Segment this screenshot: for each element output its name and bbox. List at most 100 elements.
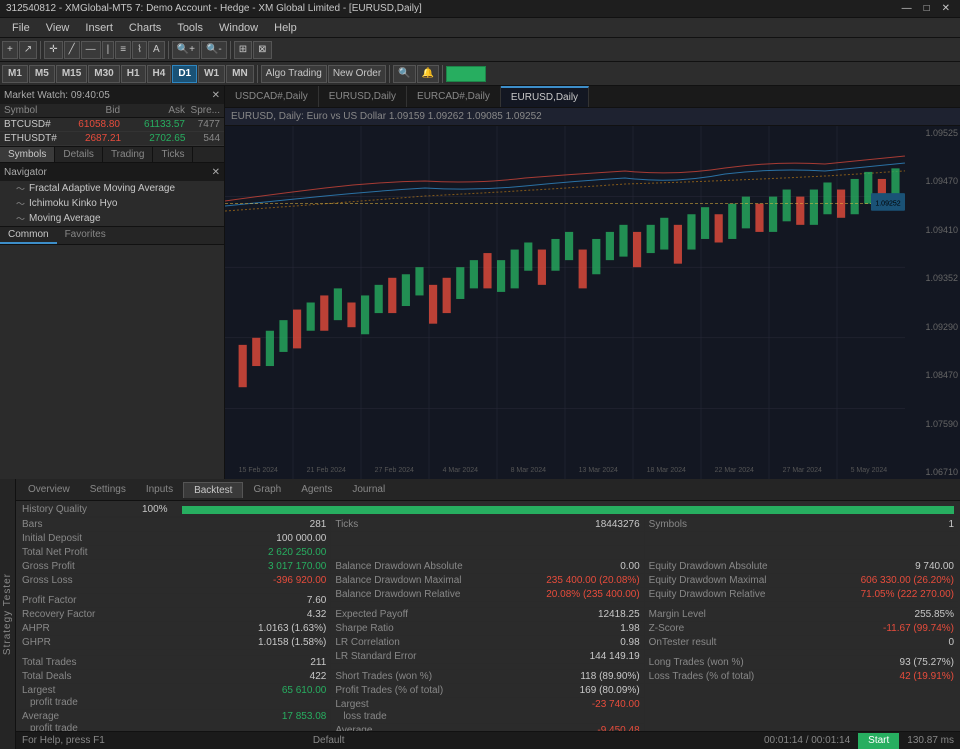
edr-value: 71.05% (222 270.00) — [861, 589, 954, 600]
menu-file[interactable]: File — [4, 20, 38, 36]
tf-m5[interactable]: M5 — [29, 65, 55, 83]
chart-tab-4[interactable]: EURUSD,Daily — [501, 86, 589, 107]
nav-item-ma[interactable]: 〜 Moving Average — [0, 211, 224, 226]
tf-h1[interactable]: H1 — [121, 65, 146, 83]
ap-value: 17 853.08 — [282, 711, 327, 722]
menu-charts[interactable]: Charts — [121, 20, 169, 36]
timeframe-toolbar: M1 M5 M15 M30 H1 H4 D1 W1 MN Algo Tradin… — [0, 62, 960, 86]
chart-tab-2[interactable]: EURUSD,Daily — [319, 86, 407, 107]
navigator-close[interactable]: ✕ — [212, 167, 220, 178]
menu-view[interactable]: View — [38, 20, 78, 36]
tab-inputs[interactable]: Inputs — [136, 482, 183, 497]
tf-mn[interactable]: MN — [226, 65, 254, 83]
zoom-in-btn[interactable]: 🔍+ — [172, 41, 200, 59]
fib-btn[interactable]: ⌇ — [132, 41, 147, 59]
text-btn[interactable]: A — [148, 41, 165, 59]
recovery-factor-row: Recovery Factor 4.32 — [18, 608, 330, 622]
tf-d1[interactable]: D1 — [172, 65, 197, 83]
status-bar: For Help, press F1 Default 00:01:14 / 00… — [16, 731, 960, 749]
crosshair-btn[interactable]: ✛ — [44, 41, 62, 59]
tt-value: 211 — [310, 657, 326, 668]
menu-insert[interactable]: Insert — [77, 20, 121, 36]
status-right: 00:01:14 / 00:01:14 Start 130.87 ms — [764, 733, 954, 749]
sym-label: Symbols — [649, 519, 687, 530]
tab-backtest[interactable]: Backtest — [183, 482, 243, 498]
navigator-title: Navigator — [4, 167, 47, 178]
tab-journal[interactable]: Journal — [342, 482, 395, 497]
menu-tools[interactable]: Tools — [169, 20, 211, 36]
search-btn[interactable]: 🔍 — [393, 65, 415, 83]
ll-sub: loss trade — [343, 711, 386, 722]
nav-tab-common[interactable]: Common — [0, 227, 57, 244]
arrow-btn[interactable]: ↗ — [19, 41, 37, 59]
strategy-tester-label: Strategy Tester — [2, 573, 13, 655]
new-order-btn[interactable]: New Order — [328, 65, 386, 83]
tab-agents[interactable]: Agents — [291, 482, 342, 497]
gl-value: -396 920.00 — [273, 575, 326, 586]
minimize-btn[interactable]: — — [898, 3, 916, 14]
nav-item-fractal[interactable]: 〜 Fractal Adaptive Moving Average — [0, 181, 224, 196]
close-btn[interactable]: ✕ — [938, 3, 954, 14]
hline-btn[interactable]: — — [81, 41, 101, 59]
chart-area[interactable]: USDCAD#,Daily EURUSD,Daily EURCAD#,Daily… — [225, 86, 960, 479]
tab-trading[interactable]: Trading — [103, 147, 154, 162]
market-watch-close[interactable]: ✕ — [212, 90, 220, 101]
ap-label: Average — [22, 711, 59, 722]
market-watch: Market Watch: 09:40:05 ✕ Symbol Bid Ask … — [0, 86, 224, 147]
lst-label: Loss Trades (% of total) — [649, 671, 755, 682]
new-chart-btn[interactable]: + — [2, 41, 18, 59]
nav-tab-favorites[interactable]: Favorites — [57, 227, 114, 244]
prop-btn[interactable]: ⊞ — [234, 41, 252, 59]
chart-tab-3[interactable]: EURCAD#,Daily — [407, 86, 501, 107]
menu-bar: File View Insert Charts Tools Window Hel… — [0, 18, 960, 38]
chart-canvas[interactable]: 1.09252 15 Feb 2024 21 Feb 2024 27 Feb 2… — [225, 126, 960, 479]
window-controls[interactable]: — □ ✕ — [898, 3, 954, 14]
tab-symbols[interactable]: Symbols — [0, 147, 55, 162]
del-btn[interactable]: ⊠ — [253, 41, 271, 59]
bdr-label: Balance Drawdown Relative — [335, 589, 460, 600]
tab-ticks[interactable]: Ticks — [153, 147, 193, 162]
line-btn[interactable]: ╱ — [64, 41, 80, 59]
tab-overview[interactable]: Overview — [18, 482, 80, 497]
zoom-out-btn[interactable]: 🔍- — [201, 41, 227, 59]
price-label-4: 1.09352 — [907, 273, 958, 283]
rf-label: Recovery Factor — [22, 609, 95, 620]
tab-details[interactable]: Details — [55, 147, 103, 162]
mw-bid-1: 61058.80 — [55, 119, 120, 130]
market-watch-row[interactable]: ETHUSDT# 2687.21 2702.65 544 — [0, 132, 224, 146]
tf-m1[interactable]: M1 — [2, 65, 28, 83]
tf-m15[interactable]: M15 — [56, 65, 87, 83]
ap-sub: profit trade — [30, 723, 78, 731]
tab-settings[interactable]: Settings — [80, 482, 136, 497]
channel-btn[interactable]: ≡ — [115, 41, 131, 59]
menu-window[interactable]: Window — [211, 20, 266, 36]
gl-label: Gross Loss — [22, 575, 73, 586]
sharpe-ratio-row: Sharpe Ratio 1.98 — [331, 622, 643, 636]
short-trades-row: Short Trades (won %) 118 (89.90%) — [331, 670, 643, 684]
bdr-value: 20.08% (235 400.00) — [546, 589, 639, 600]
status-help: For Help, press F1 — [22, 735, 105, 746]
price-axis: 1.09525 1.09470 1.09410 1.09352 1.09290 … — [905, 126, 960, 479]
alert-btn[interactable]: 🔔 — [417, 65, 439, 83]
separator2 — [168, 41, 169, 59]
ahpr-row: AHPR 1.0163 (1.63%) — [18, 622, 330, 636]
maximize-btn[interactable]: □ — [920, 3, 934, 14]
tf-m30[interactable]: M30 — [88, 65, 119, 83]
main-area: Market Watch: 09:40:05 ✕ Symbol Bid Ask … — [0, 86, 960, 479]
separator3 — [230, 41, 231, 59]
chart-tab-1[interactable]: USDCAD#,Daily — [225, 86, 319, 107]
nav-expand-icon: 〜 — [16, 182, 25, 195]
bda-value: 0.00 — [620, 561, 639, 572]
market-watch-row[interactable]: BTCUSD# 61058.80 61133.57 7477 — [0, 118, 224, 132]
price-label-3: 1.09410 — [907, 225, 958, 235]
nav-item-ichimoku[interactable]: 〜 Ichimoku Kinko Hyo — [0, 196, 224, 211]
tf-h4[interactable]: H4 — [147, 65, 172, 83]
tab-graph[interactable]: Graph — [243, 482, 291, 497]
menu-help[interactable]: Help — [266, 20, 305, 36]
tf-w1[interactable]: W1 — [198, 65, 225, 83]
price-label-5: 1.09290 — [907, 322, 958, 332]
vline-btn[interactable]: | — [102, 41, 115, 59]
algo-trading-btn[interactable]: Algo Trading — [261, 65, 327, 83]
svg-text:8 Mar 2024: 8 Mar 2024 — [511, 467, 547, 474]
start-button[interactable]: Start — [858, 733, 899, 749]
